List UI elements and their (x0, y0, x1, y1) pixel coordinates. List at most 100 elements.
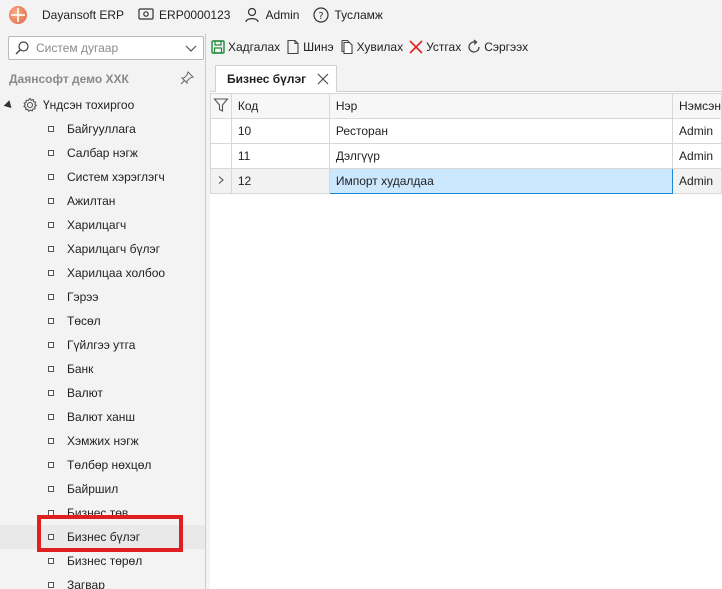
tree-item[interactable]: Банк (0, 357, 205, 381)
filter-header-cell[interactable] (210, 93, 232, 119)
cell-added[interactable]: Admin (672, 143, 722, 169)
table-row[interactable]: 11 Дэлгүүр Admin (210, 143, 722, 169)
chevron-right-icon (218, 176, 224, 184)
new-button[interactable]: Шинэ (285, 39, 334, 55)
tree-bullet-icon (48, 270, 54, 276)
tree-bullet-icon (48, 198, 54, 204)
cell-code[interactable]: 10 (230, 118, 330, 144)
app-logo-icon (9, 6, 27, 24)
app-name-label: Dayansoft ERP (42, 8, 125, 22)
tree-item-label: Байршил (67, 482, 119, 496)
tree-bullet-icon (48, 366, 54, 372)
expand-triangle-icon[interactable] (3, 99, 15, 111)
tree-bullet-icon (48, 222, 54, 228)
instance-label: ERP0000123 (159, 8, 231, 22)
tree-root-basic-settings[interactable]: Үндсэн тохиргоо (3, 96, 135, 114)
help-button[interactable]: ? Тусламж (313, 7, 383, 23)
tab-strip: Бизнес бүлэг (210, 64, 722, 92)
tree-bullet-icon (48, 126, 54, 132)
filter-icon[interactable] (213, 97, 229, 113)
svg-text:?: ? (319, 11, 324, 22)
tree-bullet-icon (48, 414, 54, 420)
toolbar: Хадгалах Шинэ Хувилах Устгах Сэргээх (210, 36, 533, 58)
cell-name-active[interactable]: Импорт худалдаа (328, 168, 674, 194)
row-selector[interactable] (210, 143, 232, 169)
selection-highlight-box (37, 515, 183, 552)
search-input[interactable] (36, 41, 186, 55)
table-row[interactable]: 10 Ресторан Admin (210, 118, 722, 144)
search-icon (15, 41, 29, 55)
tree-item-label: Валют ханш (67, 410, 136, 424)
tree-item-label: Хэмжих нэгж (67, 434, 139, 448)
save-icon (211, 40, 225, 54)
help-label: Тусламж (334, 8, 383, 22)
gear-icon (23, 97, 38, 113)
tree-item-label: Төсөл (67, 314, 101, 328)
row-selector[interactable] (210, 118, 232, 144)
tree-item-label: Төлбөр нөхцөл (67, 458, 152, 472)
row-selector[interactable] (210, 168, 232, 194)
chevron-down-icon[interactable] (185, 42, 197, 54)
copy-icon (341, 39, 353, 55)
tree-bullet-icon (48, 486, 54, 492)
cell-code[interactable]: 12 (230, 168, 330, 194)
tree-item[interactable]: Гүйлгээ утга (0, 333, 205, 357)
save-button[interactable]: Хадгалах (210, 39, 280, 55)
column-header-added[interactable]: Нэмсэн (672, 93, 722, 119)
tree-bullet-icon (48, 174, 54, 180)
tree-item[interactable]: Төлбөр нөхцөл (0, 453, 205, 477)
column-header-name[interactable]: Нэр (328, 93, 674, 119)
tree-bullet-icon (48, 150, 54, 156)
tab-business-group[interactable]: Бизнес бүлэг (215, 65, 337, 92)
app-name: Dayansoft ERP (42, 8, 124, 22)
refresh-button[interactable]: Сэргээх (466, 39, 528, 55)
tree-item[interactable]: Байгууллага (0, 117, 205, 141)
tree-item[interactable]: Хэмжих нэгж (0, 429, 205, 453)
tree-bullet-icon (48, 558, 54, 564)
tree-item[interactable]: Валют ханш (0, 405, 205, 429)
tree-item[interactable]: Загвар (0, 573, 205, 589)
tree-item-label: Загвар (67, 578, 105, 589)
tree-root-label: Үндсэн тохиргоо (43, 98, 135, 112)
cell-name[interactable]: Ресторан (328, 118, 674, 144)
copy-button[interactable]: Хувилах (339, 39, 404, 55)
cell-name[interactable]: Дэлгүүр (328, 143, 674, 169)
business-group-grid: Код Нэр Нэмсэн 10 Ресторан Admin 11 Дэлг… (210, 93, 722, 194)
tree-item[interactable]: Харилцагч бүлэг (0, 237, 205, 261)
tree-item[interactable]: Валют (0, 381, 205, 405)
cell-added[interactable]: Admin (672, 118, 722, 144)
delete-button[interactable]: Устгах (408, 39, 461, 55)
cell-added[interactable]: Admin (672, 168, 722, 194)
tree-item-label: Байгууллага (67, 122, 136, 136)
tree-item[interactable]: Харилцагч (0, 213, 205, 237)
system-number-search[interactable] (8, 36, 204, 60)
tree-item[interactable]: Харилцаа холбоо (0, 261, 205, 285)
pin-icon[interactable] (180, 71, 194, 85)
tree-item-label: Харилцагч бүлэг (67, 242, 160, 256)
tree-item[interactable]: Бизнес төрөл (0, 549, 205, 573)
user-label: Admin (265, 8, 300, 22)
tree-bullet-icon (48, 582, 54, 588)
user-icon (245, 7, 260, 23)
user-menu[interactable]: Admin (244, 7, 299, 23)
tree-item[interactable]: Салбар нэгж (0, 141, 205, 165)
tree-item[interactable]: Байршил (0, 477, 205, 501)
copy-label: Хувилах (356, 40, 404, 54)
refresh-label: Сэргээх (484, 40, 529, 54)
column-header-code[interactable]: Код (230, 93, 330, 119)
table-row-current[interactable]: 12 Импорт худалдаа Admin (210, 168, 722, 194)
tree-item[interactable]: Гэрээ (0, 285, 205, 309)
cell-code[interactable]: 11 (230, 143, 330, 169)
tree-bullet-icon (48, 246, 54, 252)
tree-item[interactable]: Систем хэрэглэгч (0, 165, 205, 189)
tree-item-label: Гүйлгээ утга (67, 338, 136, 352)
tree-item[interactable]: Төсөл (0, 309, 205, 333)
tree-bullet-icon (48, 294, 54, 300)
instance-selector[interactable]: ERP0000123 (138, 8, 230, 22)
tree-item[interactable]: Ажилтан (0, 189, 205, 213)
navigation-panel: Даянсофт демо ХХК Үндсэн тохиргоо Байгуу… (0, 34, 206, 589)
tree-bullet-icon (48, 342, 54, 348)
close-icon[interactable] (317, 73, 329, 85)
tree-item-label: Банк (67, 362, 94, 376)
tree-item-label: Салбар нэгж (67, 146, 138, 160)
